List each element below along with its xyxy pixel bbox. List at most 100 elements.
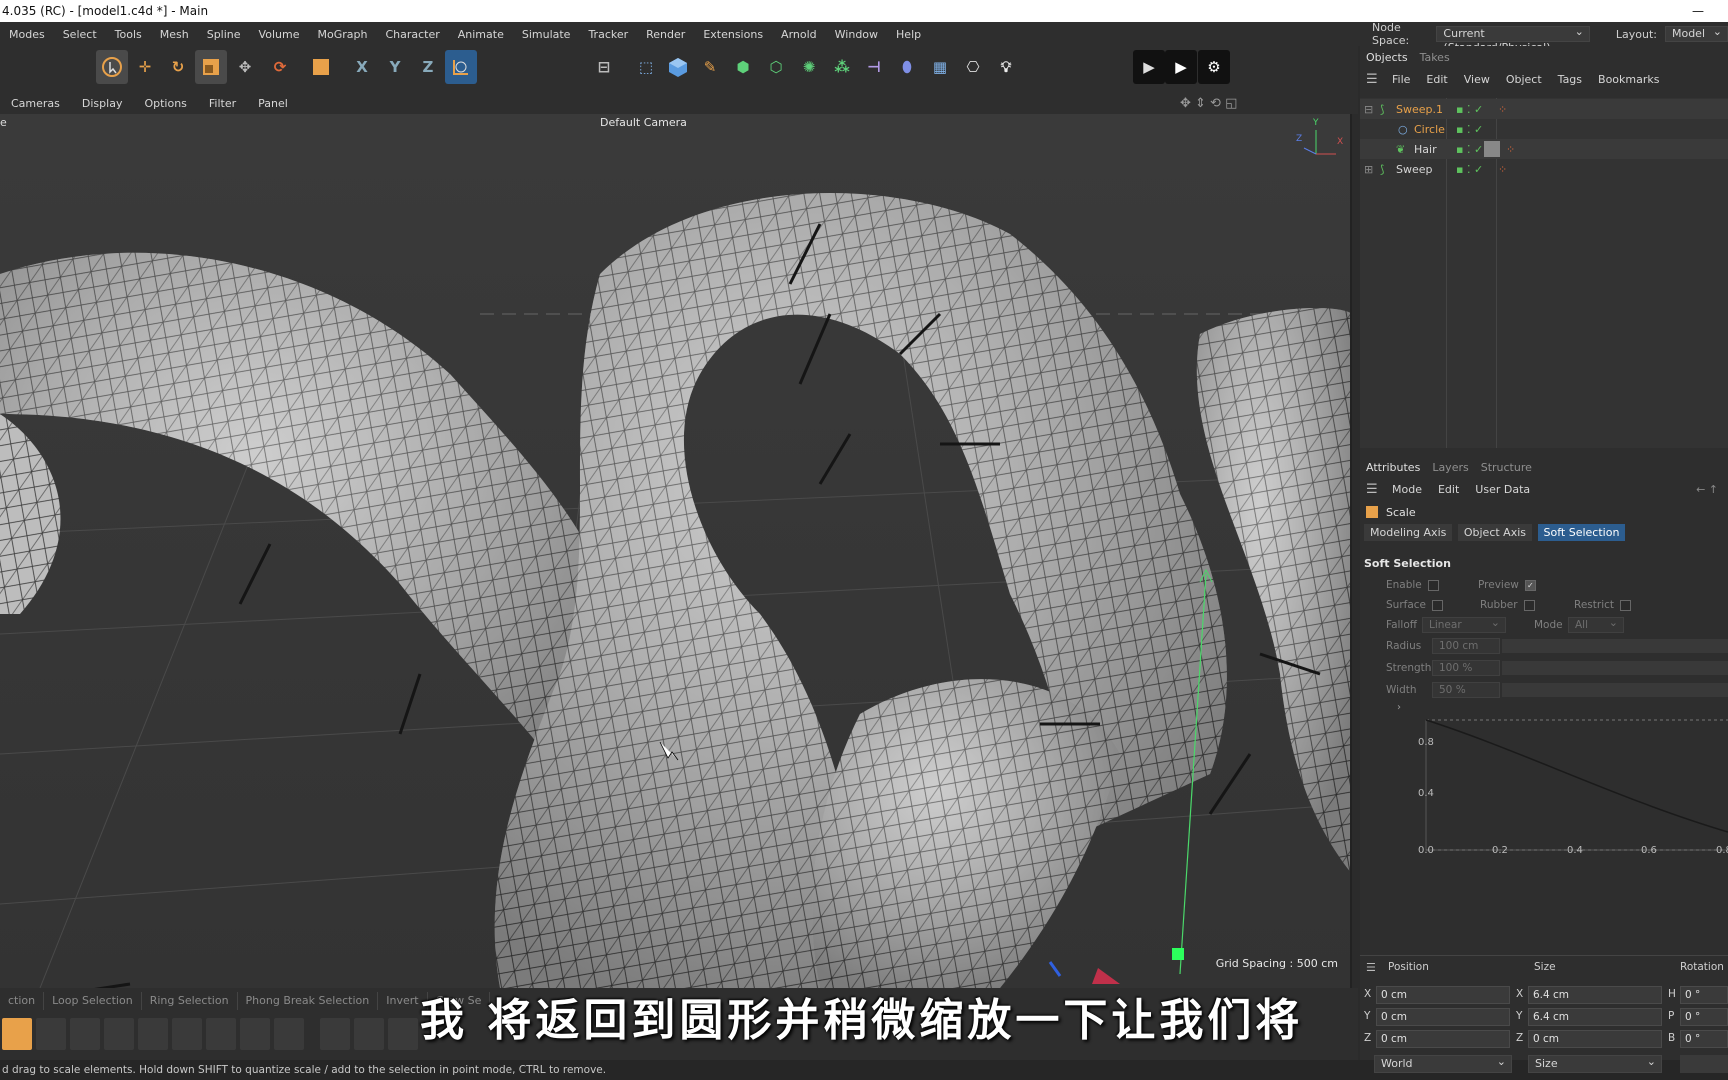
selection-tool-icon[interactable]: ⬚ [630, 50, 662, 84]
coordinate-system-icon[interactable] [305, 50, 337, 84]
size-x-field[interactable]: 6.4 cm [1528, 986, 1662, 1004]
layout-dropdown[interactable]: Model [1664, 25, 1728, 42]
strength-field[interactable]: 100 % [1432, 660, 1500, 676]
objects-menu-bookmarks[interactable]: Bookmarks [1590, 73, 1667, 86]
menu-select[interactable]: Select [54, 28, 106, 41]
radius-field[interactable]: 100 cm [1432, 638, 1500, 654]
mode-dropdown[interactable]: All [1568, 616, 1624, 633]
minimize-button[interactable]: — [1692, 0, 1704, 22]
magnet-tool-icon[interactable] [104, 1018, 134, 1050]
mesh-tool-icon-4[interactable] [240, 1018, 270, 1050]
viewport-menu-panel[interactable]: Panel [247, 97, 299, 110]
z-axis-lock-icon[interactable]: Z [412, 50, 444, 84]
render-settings-icon[interactable]: ⚙ [1198, 50, 1230, 84]
width-slider[interactable] [1502, 683, 1728, 697]
menu-render[interactable]: Render [637, 28, 694, 41]
selection-tool-button[interactable]: ction [0, 992, 45, 1010]
viewport-menu-display[interactable]: Display [71, 97, 134, 110]
falloff-curve-graph[interactable] [1400, 710, 1728, 860]
expand-toggle-icon[interactable]: ⊟ [1364, 103, 1373, 116]
menu-spline[interactable]: Spline [198, 28, 250, 41]
position-z-field[interactable]: 0 cm [1376, 1030, 1510, 1048]
viewport-menu-cameras[interactable]: Cameras [0, 97, 71, 110]
tag-icon[interactable]: ⁘ [1498, 103, 1507, 116]
mesh-tool-icon-7[interactable] [388, 1018, 418, 1050]
object-row-sweep[interactable]: ⊞ ⟆ Sweep ▪ ⁚ ✓ ⁘ [1360, 159, 1728, 179]
tab-takes[interactable]: Takes [1414, 51, 1456, 64]
objects-menu-file[interactable]: File [1384, 73, 1418, 86]
hamburger-icon[interactable]: ☰ [1366, 961, 1376, 974]
live-selection-icon[interactable]: ⟳ [264, 50, 296, 84]
menu-help[interactable]: Help [887, 28, 930, 41]
render-view-button-icon[interactable]: ▶ [1165, 50, 1197, 84]
menu-arnold[interactable]: Arnold [772, 28, 826, 41]
viewport-menu-options[interactable]: Options [133, 97, 197, 110]
rotation-h-field[interactable]: 0 ° [1680, 986, 1728, 1004]
visibility-check-icon[interactable]: ▪ ⁚ ✓ [1456, 163, 1483, 176]
x-axis-lock-icon[interactable]: X [346, 50, 378, 84]
menu-tools[interactable]: Tools [106, 28, 151, 41]
subdivision-icon[interactable]: ⬡ [760, 50, 792, 84]
generator-icon[interactable]: ⬢ [727, 50, 759, 84]
transform-tool-icon[interactable]: ✥ [229, 50, 261, 84]
expand-toggle-icon[interactable]: ⊞ [1364, 163, 1373, 176]
extrude-tool-icon[interactable] [172, 1018, 202, 1050]
rotation-p-field[interactable]: 0 ° [1680, 1008, 1728, 1026]
subtab-soft-selection[interactable]: Soft Selection [1537, 524, 1626, 541]
falloff-dropdown[interactable]: Linear [1422, 616, 1506, 633]
camera-icon[interactable]: ⎔ [957, 50, 989, 84]
object-row-sweep1[interactable]: ⊟ ⟆ Sweep.1 ▪ ⁚ ✓ ⁘ [1360, 99, 1728, 119]
coordinate-space-dropdown[interactable]: World [1374, 1054, 1512, 1073]
viewport-menu-filter[interactable]: Filter [198, 97, 247, 110]
surface-checkbox[interactable] [1432, 599, 1444, 611]
node-space-dropdown[interactable]: Current (Standard/Physical) [1436, 25, 1590, 54]
preview-checkbox[interactable]: ✓ [1524, 579, 1536, 591]
knife-tool-icon[interactable] [320, 1018, 350, 1050]
menu-window[interactable]: Window [826, 28, 887, 41]
attributes-menu-mode[interactable]: Mode [1384, 483, 1430, 496]
width-field[interactable]: 50 % [1432, 682, 1500, 698]
tag-icon[interactable]: ⁘ [1506, 143, 1515, 156]
camera-label[interactable]: Default Camera [600, 116, 687, 129]
mesh-tool-icon-1[interactable] [36, 1018, 66, 1050]
radius-slider[interactable] [1502, 639, 1728, 653]
field-icon[interactable]: ⬮ [891, 50, 923, 84]
brush-tool-icon[interactable] [2, 1018, 32, 1050]
cube-icon[interactable] [662, 50, 694, 84]
hamburger-icon[interactable]: ☰ [1366, 482, 1380, 497]
loop-selection-button[interactable]: Loop Selection [44, 992, 142, 1010]
subtab-modeling-axis[interactable]: Modeling Axis [1364, 524, 1453, 541]
move-select-tool-icon[interactable] [96, 50, 128, 84]
size-z-field[interactable]: 0 cm [1528, 1030, 1662, 1048]
menu-extensions[interactable]: Extensions [694, 28, 772, 41]
enable-checkbox[interactable] [1427, 579, 1439, 591]
menu-tracker[interactable]: Tracker [579, 28, 637, 41]
mograph-icon[interactable]: ⁂ [826, 50, 858, 84]
render-view-icon[interactable]: ⊟ [588, 50, 620, 84]
objects-menu-view[interactable]: View [1456, 73, 1498, 86]
rotation-b-field[interactable]: 0 ° [1680, 1030, 1728, 1048]
tab-structure[interactable]: Structure [1475, 461, 1538, 474]
object-row-hair[interactable]: ❦ Hair ▪ ⁚ ✓ ⁘ [1360, 139, 1728, 159]
mesh-tool-icon-6[interactable] [354, 1018, 384, 1050]
menu-simulate[interactable]: Simulate [513, 28, 580, 41]
objects-menu-object[interactable]: Object [1498, 73, 1550, 86]
pen-spline-icon[interactable]: ✎ [694, 50, 726, 84]
render-region-icon[interactable]: ▶ [1133, 50, 1165, 84]
rubber-checkbox[interactable] [1523, 599, 1535, 611]
bevel-tool-icon[interactable] [206, 1018, 236, 1050]
visibility-check-icon[interactable]: ▪ ⁚ ✓ [1456, 103, 1483, 116]
mesh-tool-icon-3[interactable] [138, 1018, 168, 1050]
scale-tool-icon[interactable] [195, 50, 227, 84]
object-name[interactable]: Sweep.1 [1396, 103, 1443, 116]
3d-viewport[interactable]: e Default Camera Z Y X Grid Spacing : 50… [0, 114, 1352, 988]
object-name[interactable]: Sweep [1396, 163, 1433, 176]
floor-icon[interactable]: ▦ [924, 50, 956, 84]
strength-slider[interactable] [1502, 661, 1728, 675]
tab-layers[interactable]: Layers [1426, 461, 1474, 474]
move-tool-icon[interactable]: ✛ [129, 50, 161, 84]
menu-modes[interactable]: Modes [0, 28, 54, 41]
graph-expand-icon[interactable]: › [1397, 702, 1401, 713]
object-name[interactable]: Circle [1414, 123, 1445, 136]
y-axis-lock-icon[interactable]: Y [379, 50, 411, 84]
